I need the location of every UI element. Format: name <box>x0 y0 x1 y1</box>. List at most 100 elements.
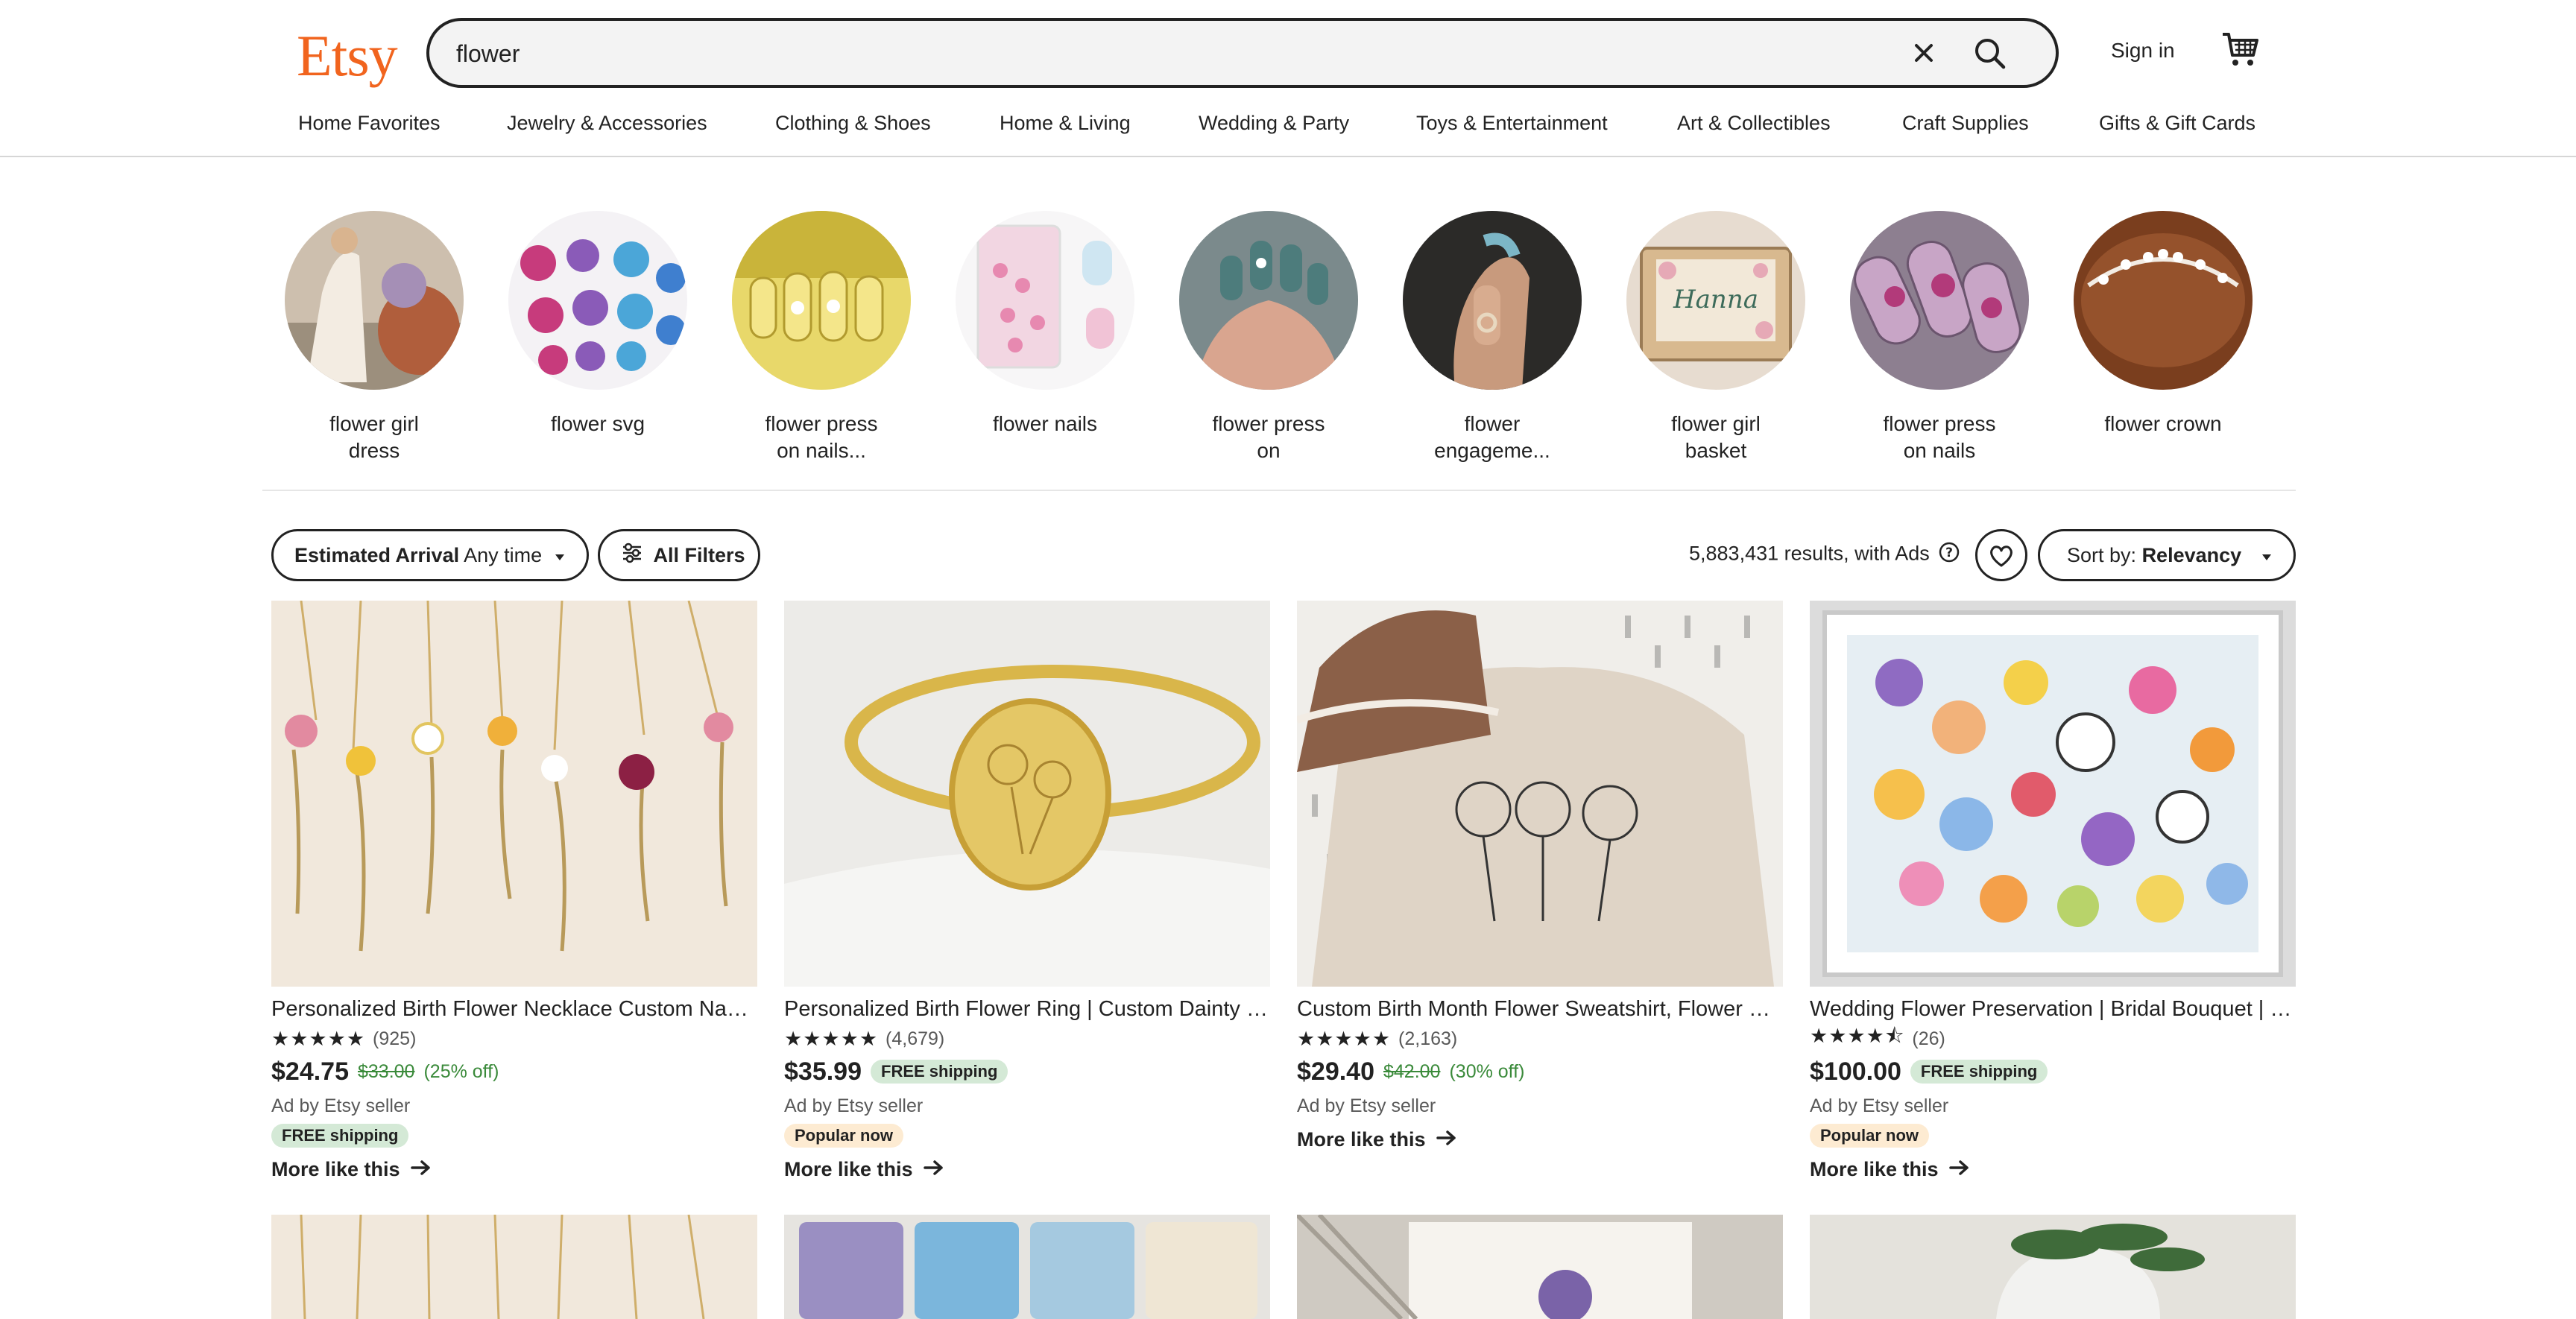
suggestion-flower-nails[interactable]: flower nails <box>956 211 1134 437</box>
popular-now-badge: Popular now <box>784 1124 903 1148</box>
suggestion-label: flower svg <box>550 412 645 435</box>
category-home-living[interactable]: Home & Living <box>1000 112 1131 135</box>
more-like-this-label: More like this <box>271 1158 400 1180</box>
all-filters-button[interactable]: All Filters <box>598 529 760 581</box>
arrow-right-icon <box>1436 1128 1457 1151</box>
sign-in-link[interactable]: Sign in <box>2111 39 2175 63</box>
more-like-this-link[interactable]: More like this <box>1297 1128 1783 1151</box>
listing-image[interactable] <box>784 601 1270 987</box>
svg-text:?: ? <box>1945 545 1953 560</box>
close-icon[interactable] <box>1907 36 1941 70</box>
suggestion-label: flower <box>1464 412 1521 435</box>
header-divider <box>0 156 2576 157</box>
suggestion-label-2: on <box>1257 439 1281 462</box>
category-clothing-shoes[interactable]: Clothing & Shoes <box>775 112 931 135</box>
arrow-right-icon <box>1948 1158 1970 1181</box>
more-like-this-link[interactable]: More like this <box>271 1158 757 1181</box>
etsy-logo[interactable]: Etsy <box>297 22 398 89</box>
category-wedding-party[interactable]: Wedding & Party <box>1199 112 1349 135</box>
category-craft-supplies[interactable]: Craft Supplies <box>1902 112 2029 135</box>
listing-title[interactable]: Wedding Flower Preservation | Bridal Bou… <box>1810 994 2296 1024</box>
listing-image[interactable] <box>1297 1215 1783 1319</box>
more-like-this-link[interactable]: More like this <box>784 1158 1270 1181</box>
category-toys-entertainment[interactable]: Toys & Entertainment <box>1416 112 1608 135</box>
results-count: 5,883,431 results, with Ads ? <box>1689 541 1960 569</box>
section-divider <box>262 490 2296 491</box>
more-like-this-label: More like this <box>1297 1128 1426 1151</box>
search-bar[interactable] <box>426 18 2059 88</box>
suggestion-label-2: basket <box>1685 439 1747 462</box>
listing-price: $100.00 <box>1810 1057 1901 1086</box>
seller-info: Ad by Etsy seller <box>1810 1095 1949 1116</box>
sort-dropdown[interactable]: Sort by: Relevancy <box>2038 529 2296 581</box>
suggestion-image <box>732 211 911 390</box>
star-rating: ★★★★★ <box>1297 1027 1392 1050</box>
listing-title[interactable]: Personalized Birth Flower Necklace Custo… <box>271 994 757 1024</box>
star-rating: ★★★★★ <box>271 1027 366 1050</box>
suggestion-flower-engagement[interactable]: flower engageme... <box>1403 211 1582 464</box>
listing-rating: ★★★★★ (2,163) <box>1297 1025 1783 1052</box>
seller-info: Ad by Etsy seller <box>271 1095 411 1116</box>
with-ads-text: with Ads <box>1854 542 1930 565</box>
listing-title[interactable]: Custom Birth Month Flower Sweatshirt, Fl… <box>1297 994 1783 1024</box>
listing-card[interactable]: Personalized Birth Flower Ring | Custom … <box>784 601 1270 1181</box>
review-count: (925) <box>373 1028 417 1049</box>
seller-info: Ad by Etsy seller <box>1297 1095 1436 1116</box>
svg-text:Hanna: Hanna <box>1673 285 1758 314</box>
all-filters-label: All Filters <box>653 544 745 566</box>
review-count: (2,163) <box>1398 1028 1458 1049</box>
category-art-collectibles[interactable]: Art & Collectibles <box>1677 112 1831 135</box>
sliders-icon <box>621 533 643 581</box>
help-icon[interactable]: ? <box>1938 541 1960 569</box>
search-input[interactable] <box>456 37 1872 70</box>
listing-image[interactable] <box>271 1215 757 1319</box>
suggestion-flower-crown[interactable]: flower crown <box>2074 211 2253 437</box>
listing-card[interactable]: Custom Birth Month Flower Sweatshirt, Fl… <box>1297 601 1783 1151</box>
listing-image[interactable] <box>1297 601 1783 987</box>
estimated-arrival-dropdown[interactable]: Estimated Arrival Any time <box>271 529 589 581</box>
free-shipping-badge: FREE shipping <box>271 1124 409 1148</box>
price-row: $100.00 FREE shipping <box>1810 1054 2296 1089</box>
listing-price: $29.40 <box>1297 1057 1374 1086</box>
suggestion-flower-girl-basket[interactable]: Hanna flower girl basket <box>1626 211 1805 464</box>
listing-card[interactable]: Wedding Flower Preservation | Bridal Bou… <box>1810 601 2296 1181</box>
category-gifts-gift-cards[interactable]: Gifts & Gift Cards <box>2099 112 2255 135</box>
cart-icon[interactable] <box>2220 30 2261 69</box>
arrival-label: Estimated Arrival <box>294 544 460 566</box>
listing-image[interactable] <box>1810 601 2296 987</box>
suggestion-label-2: on nails... <box>777 439 866 462</box>
listing-title[interactable]: Personalized Birth Flower Ring | Custom … <box>784 994 1270 1024</box>
original-price: $33.00 <box>358 1060 415 1082</box>
arrow-right-icon <box>410 1158 432 1181</box>
etsy-search-page: Etsy Sign in Home Favorites Jewelry & Ac… <box>0 0 2576 1319</box>
favorite-search-button[interactable] <box>1975 529 2027 581</box>
suggestion-label: flower girl <box>1671 412 1761 435</box>
caret-down-icon <box>554 531 566 579</box>
discount-percent: (30% off) <box>1449 1060 1525 1082</box>
suggestion-flower-girl-dress[interactable]: flower girl dress <box>285 211 464 464</box>
caret-down-icon <box>2261 531 2273 579</box>
more-like-this-label: More like this <box>1810 1158 1939 1180</box>
suggestion-flower-press-on[interactable]: flower press on <box>1179 211 1358 464</box>
listing-image[interactable] <box>1810 1215 2296 1319</box>
suggestion-label-2: on nails <box>1903 439 1976 462</box>
suggestion-flower-press-on-nails-1[interactable]: flower press on nails... <box>732 211 911 464</box>
free-shipping-badge: FREE shipping <box>871 1060 1008 1084</box>
suggestion-flower-press-on-nails-2[interactable]: flower press on nails <box>1850 211 2029 464</box>
listing-image[interactable] <box>271 601 757 987</box>
search-icon[interactable] <box>1971 34 2010 73</box>
category-jewelry-accessories[interactable]: Jewelry & Accessories <box>507 112 707 135</box>
listing-rating: ★★★★★ (4,679) <box>784 1025 1270 1052</box>
category-home-favorites[interactable]: Home Favorites <box>298 112 441 135</box>
heart-icon <box>1977 545 2025 582</box>
arrow-right-icon <box>923 1158 944 1181</box>
listing-price: $35.99 <box>784 1057 862 1086</box>
seller-info: Ad by Etsy seller <box>784 1095 924 1116</box>
suggestion-flower-svg[interactable]: flower svg <box>508 211 687 437</box>
listing-card[interactable]: Personalized Birth Flower Necklace Custo… <box>271 601 757 1181</box>
suggestion-image <box>1850 211 2029 390</box>
listing-image[interactable] <box>784 1215 1270 1319</box>
suggestion-label-2: dress <box>348 439 400 462</box>
more-like-this-link[interactable]: More like this <box>1810 1158 2296 1181</box>
free-shipping-badge: FREE shipping <box>1910 1060 2048 1084</box>
